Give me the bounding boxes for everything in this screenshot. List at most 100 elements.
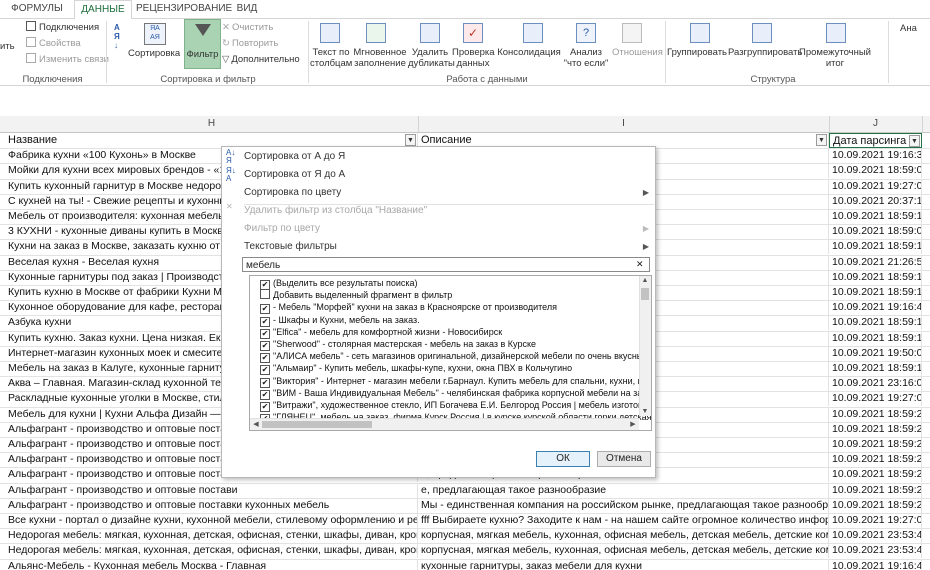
cell-date[interactable]: 10.09.2021 18:59:18 xyxy=(829,361,922,376)
tab-view[interactable]: ВИД xyxy=(232,0,262,18)
filter-value-item[interactable]: ✔ - Мебель "Морфей" кухни на заказ в Крас… xyxy=(260,301,557,315)
tab-formulas[interactable]: ФОРМУЛЫ xyxy=(8,0,66,18)
cell-name[interactable]: Альянс-Мебель - Кухонная мебель Москва -… xyxy=(5,558,418,570)
ungroup-button[interactable]: Разгруппировать xyxy=(728,47,802,58)
horizontal-scrollbar[interactable]: ◀ ▶ xyxy=(250,418,639,430)
cell-name[interactable]: Альфагрант - производство и оптовые пост… xyxy=(5,497,418,513)
filter-value-item[interactable]: ✔ "Альмаир" - Купить мебель, шкафы-купе, … xyxy=(260,362,572,376)
filter-value-item[interactable]: ✔ "Витражи", художественное стекло, ИП Бо… xyxy=(260,399,651,412)
cell-date[interactable]: 10.09.2021 20:37:16 xyxy=(829,193,922,209)
cell-date[interactable]: 10.09.2021 18:59:23 xyxy=(829,482,922,498)
menu-text-filters[interactable]: Текстовые фильтры ▶ xyxy=(222,238,655,256)
filter-dropdown-description-button[interactable]: ▼ xyxy=(816,134,827,146)
connections-button[interactable]: Подключения xyxy=(26,21,99,35)
menu-filter-color[interactable]: Фильтр по цвету ▶ xyxy=(222,220,655,238)
cell-date[interactable]: 10.09.2021 19:16:41 xyxy=(829,300,922,316)
cell-date[interactable]: 10.09.2021 18:59:23 xyxy=(829,452,922,468)
filter-search-input[interactable]: мебель ✕ xyxy=(242,257,650,272)
advanced-filter-button[interactable]: ▽ Дополнительно xyxy=(222,53,300,67)
what-if-button[interactable]: Анализ "что если" xyxy=(560,47,612,69)
cell-name[interactable]: Недорогая мебель: мягкая, кухонная, детс… xyxy=(5,543,418,559)
tab-data[interactable]: ДАННЫЕ xyxy=(74,0,132,20)
header-cell-date[interactable]: Дата парсинга ▼ xyxy=(829,133,922,148)
cell-date[interactable]: 10.09.2021 18:59:10 xyxy=(829,209,922,224)
cell-description[interactable]: корпусная, мягкая мебель, кухонная, офис… xyxy=(418,528,829,544)
cancel-button[interactable]: Отмена xyxy=(597,451,651,467)
cell-date[interactable]: 10.09.2021 18:59:23 xyxy=(829,421,922,437)
column-header-i[interactable]: I xyxy=(418,116,830,132)
cell-date[interactable]: 10.09.2021 23:53:47 xyxy=(829,528,922,544)
cell-date[interactable]: 10.09.2021 18:59:23 xyxy=(829,437,922,452)
cell-description[interactable]: е, предлагающая такое разнообразие xyxy=(418,482,829,498)
clear-filter-button[interactable]: ✕ Очистить xyxy=(222,21,273,35)
cell-date[interactable]: 10.09.2021 19:27:06 xyxy=(829,391,922,407)
scroll-right-icon[interactable]: ▶ xyxy=(628,420,638,428)
column-header-h[interactable]: H xyxy=(5,116,419,132)
cell-date[interactable]: 10.09.2021 19:50:06 xyxy=(829,345,922,361)
filter-value-item[interactable]: ✔ "ВИМ - Ваша Индивидуальная Мебель" - че… xyxy=(260,387,651,400)
cell-description[interactable]: Мы - единственная компания на российском… xyxy=(418,497,829,513)
group-button[interactable]: Группировать xyxy=(666,47,728,58)
remove-duplicates-button[interactable]: Удалить дубликаты xyxy=(408,47,455,69)
properties-button[interactable]: Свойства xyxy=(26,37,81,51)
sort-az-icon[interactable]: A Я ↓ xyxy=(114,23,128,53)
cell-date[interactable]: 10.09.2021 19:16:37 xyxy=(829,148,922,164)
edit-links-button[interactable]: Изменить связи xyxy=(26,53,109,67)
text-to-columns-button[interactable]: Текст по столбцам xyxy=(310,47,352,69)
ok-button[interactable]: ОК xyxy=(536,451,590,467)
cell-date[interactable]: 10.09.2021 19:16:48 xyxy=(829,558,922,570)
column-header-j[interactable]: J xyxy=(829,116,923,132)
cell-date[interactable]: 10.09.2021 18:59:06 xyxy=(829,163,922,179)
filter-value-item[interactable]: ✔ "Виктория" - Интернет - магазин мебели … xyxy=(260,375,651,388)
cell-date[interactable]: 10.09.2021 18:59:13 xyxy=(829,269,922,285)
refresh-all-button[interactable]: ить xyxy=(0,41,18,52)
sort-dialog-icon[interactable]: ЯА АЯ xyxy=(144,23,166,45)
menu-sort-za[interactable]: Я↓ А Сортировка от Я до А xyxy=(222,166,655,184)
cell-name[interactable]: Альфагрант - производство и оптовые пост… xyxy=(5,482,418,498)
tab-review[interactable]: РЕЦЕНЗИРОВАНИЕ xyxy=(136,0,232,18)
cell-date[interactable]: 10.09.2021 18:59:14 xyxy=(829,330,922,346)
filter-dropdown-date-button[interactable]: ▼ xyxy=(909,135,920,147)
cell-date[interactable]: 10.09.2021 18:59:20 xyxy=(829,406,922,422)
cell-date[interactable]: 10.09.2021 21:26:58 xyxy=(829,254,922,270)
cell-date[interactable]: 10.09.2021 18:59:08 xyxy=(829,224,922,240)
cell-date[interactable]: 10.09.2021 23:53:47 xyxy=(829,543,922,559)
scroll-up-icon[interactable]: ▲ xyxy=(640,277,650,284)
cell-date[interactable]: 10.09.2021 18:59:23 xyxy=(829,497,922,513)
consolidate-button[interactable]: Консолидация xyxy=(497,47,561,58)
clear-search-icon[interactable]: ✕ xyxy=(636,259,646,269)
filter-value-item[interactable]: ✔ "Sherwood" - столярная мастерская - меб… xyxy=(260,338,536,351)
filter-value-item[interactable]: ✔ "АЛИСА мебель" - сеть магазинов оригина… xyxy=(260,350,651,364)
subtotal-button[interactable]: Промежуточный итог xyxy=(798,47,872,69)
cell-date[interactable]: 10.09.2021 18:59:15 xyxy=(829,285,922,300)
filter-value-item[interactable]: ✔ "Elfica" - мебель для комфортной жизни … xyxy=(260,326,502,339)
scrollbar-thumb[interactable] xyxy=(641,288,649,300)
cell-date[interactable]: 10.09.2021 18:59:23 xyxy=(829,467,922,483)
menu-sort-az[interactable]: А↓ Я Сортировка от А до Я xyxy=(222,148,655,166)
menu-clear-filter[interactable]: ✕ Удалить фильтр из столбца "Название" xyxy=(222,202,655,220)
checkbox-unchecked-icon[interactable] xyxy=(260,289,270,300)
reapply-button[interactable]: ↻ Повторить xyxy=(222,37,278,51)
filter-button[interactable]: Фильтр xyxy=(184,19,221,69)
cell-name[interactable]: Все кухни - портал о дизайне кухни, кухо… xyxy=(5,513,418,528)
flash-fill-button[interactable]: Мгновенное заполнение xyxy=(352,47,408,69)
menu-sort-color[interactable]: Сортировка по цвету ▶ xyxy=(222,184,655,202)
cell-description[interactable]: корпусная, мягкая мебель, кухонная, офис… xyxy=(418,543,829,559)
sort-button[interactable]: Сортировка xyxy=(128,48,180,59)
filter-dropdown-name-button[interactable]: ▼ xyxy=(405,134,416,146)
cell-name[interactable]: Недорогая мебель: мягкая, кухонная, детс… xyxy=(5,528,418,544)
relationships-button[interactable]: Отношения xyxy=(612,47,663,58)
cell-date[interactable]: 10.09.2021 18:59:11 xyxy=(829,239,922,255)
analysis-button[interactable]: Ана xyxy=(900,23,930,34)
scroll-down-icon[interactable]: ▼ xyxy=(640,408,650,415)
cell-date[interactable]: 10.09.2021 23:16:07 xyxy=(829,376,922,392)
filter-value-item[interactable]: ✔ (Выделить все результаты поиска) xyxy=(260,277,418,290)
filter-value-item[interactable]: ✔ - Шкафы и Кухни, мебель на заказ. xyxy=(260,314,420,327)
scrollbar-thumb[interactable] xyxy=(262,421,372,428)
filter-value-item[interactable]: Добавить выделенный фрагмент в фильтр xyxy=(260,289,452,301)
cell-date[interactable]: 10.09.2021 19:27:02 xyxy=(829,178,922,194)
cell-date[interactable]: 10.09.2021 18:59:13 xyxy=(829,315,922,331)
data-validation-button[interactable]: Проверка данных xyxy=(452,47,495,69)
vertical-scrollbar[interactable]: ▲ ▼ xyxy=(639,276,651,416)
scroll-left-icon[interactable]: ◀ xyxy=(251,420,261,428)
